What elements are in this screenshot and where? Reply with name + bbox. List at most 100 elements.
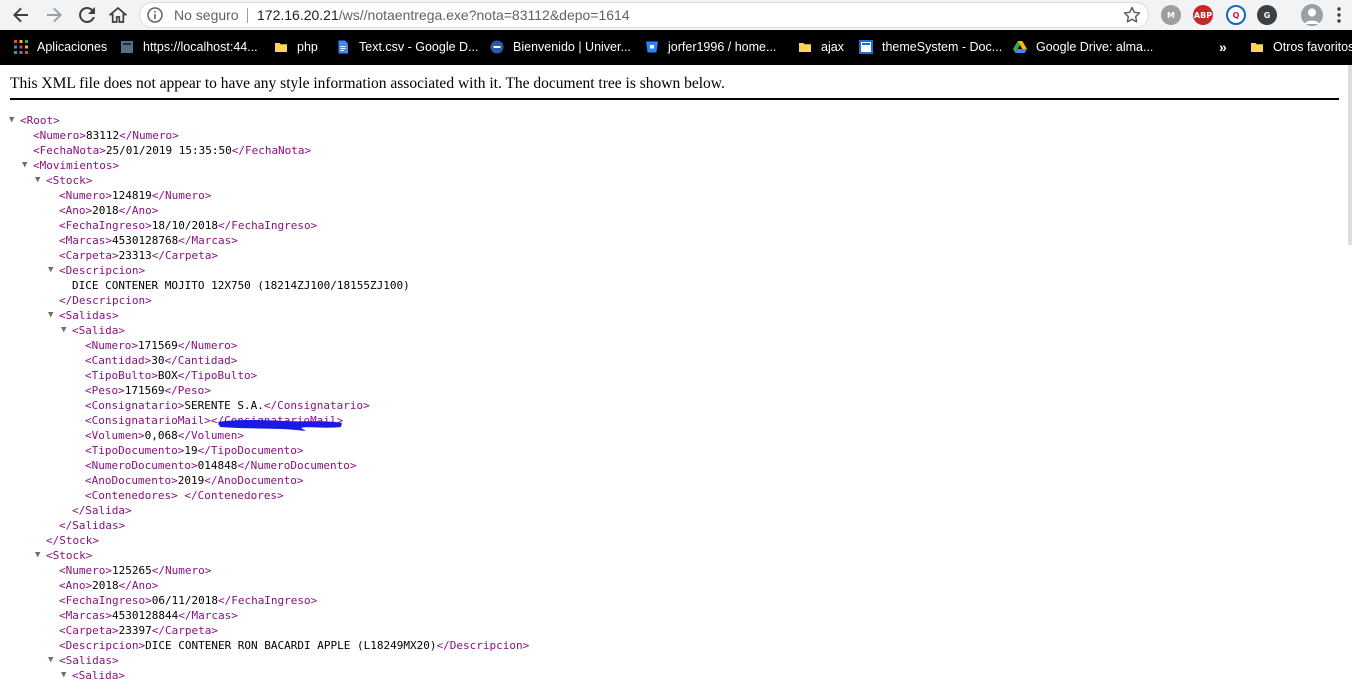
xml-line: <NumeroDocumento>014848</NumeroDocumento… — [85, 458, 357, 473]
collapse-toggle-icon[interactable]: ▼ — [48, 263, 53, 278]
bookmark-themesystem[interactable]: themeSystem - Doc... — [859, 38, 1002, 56]
address-bar[interactable]: No seguro 172.16.20.21/ws//notaentrega.e… — [139, 2, 1149, 28]
xml-text-value: 18/10/2018 — [151, 219, 218, 232]
extension-m-icon[interactable]: M — [1161, 5, 1181, 25]
collapse-toggle-icon[interactable]: ▼ — [48, 308, 53, 323]
xml-line: ▼ <Salidas> — [48, 308, 119, 323]
xml-text-value: 171569 — [137, 339, 178, 352]
reload-button[interactable] — [75, 3, 99, 27]
xml-open-tag: <Marcas> — [59, 234, 112, 247]
xml-open-tag: <Ano> — [59, 204, 93, 217]
xml-close-tag: </TipoDocumento> — [197, 444, 304, 457]
xml-open-tag: <Salida> — [72, 324, 125, 337]
bookmark-otros-favoritos[interactable]: Otros favoritos — [1250, 38, 1352, 56]
xml-open-tag: <TipoDocumento> — [85, 444, 185, 457]
extension-github-icon[interactable]: G — [1257, 5, 1277, 25]
collapse-toggle-icon[interactable]: ▼ — [61, 668, 66, 683]
xml-open-tag: <Ano> — [59, 579, 93, 592]
xml-line: DICE CONTENER MOJITO 12X750 (18214ZJ100/… — [72, 278, 410, 293]
xml-open-tag: <Numero> — [59, 564, 112, 577]
xml-open-tag: <Salida> — [72, 669, 125, 682]
bookmark-localhost[interactable]: https://localhost:44... — [120, 38, 258, 56]
security-label: No seguro — [174, 7, 239, 23]
xml-open-tag: <Consignatario> — [85, 399, 185, 412]
forward-button[interactable] — [42, 3, 66, 27]
xml-text-value: BOX — [157, 369, 178, 382]
xml-text-value: 25/01/2019 15:35:50 — [105, 144, 232, 157]
xml-line: ▼ <Salida> — [61, 323, 125, 338]
xml-close-tag: </Numero> — [177, 339, 238, 352]
bookmarks-overflow-button[interactable]: » — [1219, 38, 1227, 56]
xml-open-tag: <FechaIngreso> — [59, 219, 152, 232]
menu-button[interactable] — [1334, 6, 1344, 24]
collapse-toggle-icon[interactable]: ▼ — [9, 113, 14, 128]
xml-close-tag: </Carpeta> — [151, 249, 218, 262]
google-docs-icon — [338, 40, 348, 54]
xml-open-tag: <Descripcion> — [59, 639, 146, 652]
xml-line: <Carpeta>23313</Carpeta> — [59, 248, 218, 263]
omnibox-divider — [247, 8, 248, 23]
bookmark-bienvenido[interactable]: Bienvenido | Univer... — [490, 38, 631, 56]
xml-close-tag: </Numero> — [151, 564, 212, 577]
xml-open-tag: <Movimientos> — [33, 159, 120, 172]
xml-text-value: 30 — [151, 354, 165, 367]
xml-text-value: 23313 — [118, 249, 152, 262]
bitbucket-icon — [646, 41, 658, 53]
collapse-toggle-icon[interactable]: ▼ — [35, 548, 40, 563]
xml-open-tag: </Stock> — [46, 534, 99, 547]
xml-open-tag: <ConsignatarioMail> — [85, 414, 211, 427]
xml-close-tag: </FechaIngreso> — [217, 594, 318, 607]
url-path: /ws//notaentrega.exe?nota=83112&depo=161… — [338, 7, 630, 23]
xml-line: <Numero>83112</Numero> — [33, 128, 179, 143]
xml-line: <Marcas>4530128844</Marcas> — [59, 608, 238, 623]
xml-style-notice: This XML file does not appear to have an… — [10, 75, 725, 92]
url-text[interactable]: 172.16.20.21/ws//notaentrega.exe?nota=83… — [257, 7, 630, 23]
collapse-toggle-icon[interactable]: ▼ — [61, 323, 66, 338]
bookmark-ajax[interactable]: ajax — [798, 38, 844, 56]
folder-icon — [799, 43, 811, 52]
bookmark-php[interactable]: php — [274, 38, 318, 56]
page-icon — [121, 41, 133, 53]
bookmark-jorfer1996[interactable]: jorfer1996 / home... — [645, 38, 776, 56]
xml-line: </Salidas> — [59, 518, 125, 533]
xml-open-tag: <Root> — [20, 114, 60, 127]
xml-text-value: 2018 — [92, 579, 119, 592]
xml-close-tag: </Ano> — [118, 579, 159, 592]
page-scrollbar[interactable] — [1348, 65, 1352, 245]
info-icon[interactable] — [147, 7, 163, 23]
xml-text-value: 4530128844 — [111, 609, 179, 622]
profile-avatar[interactable] — [1301, 4, 1323, 26]
collapse-toggle-icon[interactable]: ▼ — [48, 653, 53, 668]
folder-icon — [275, 43, 287, 52]
xml-line: <Ano>2018</Ano> — [59, 578, 158, 593]
bookmark-star-icon[interactable] — [1122, 5, 1142, 25]
arrow-right-icon — [47, 7, 62, 23]
xml-text-value: 014848 — [197, 459, 238, 472]
bookmark-google-drive[interactable]: Google Drive: alma... — [1013, 38, 1153, 56]
xml-text-value: DICE CONTENER RON BACARDI APPLE (L18249M… — [145, 639, 437, 652]
bookmark-aplicaciones[interactable]: Aplicaciones — [14, 38, 107, 56]
folder-icon — [1251, 43, 1263, 52]
xml-close-tag: </Peso> — [164, 384, 211, 397]
xml-open-tag: <AnoDocumento> — [85, 474, 178, 487]
bookmark-text-csv[interactable]: Text.csv - Google D... — [336, 38, 478, 56]
collapse-toggle-icon[interactable]: ▼ — [22, 158, 27, 173]
extension-q-icon[interactable]: Q — [1226, 5, 1246, 25]
xml-close-tag: </Descripcion> — [436, 639, 530, 652]
xml-text-value: 171569 — [124, 384, 165, 397]
xml-open-tag: <Cantidad> — [85, 354, 152, 367]
collapse-toggle-icon[interactable]: ▼ — [35, 173, 40, 188]
xml-text-value: 124819 — [111, 189, 152, 202]
xml-text-value: 2019 — [177, 474, 205, 487]
home-button[interactable] — [106, 3, 130, 27]
adblock-plus-icon[interactable]: ABP — [1193, 5, 1213, 25]
xml-open-tag: <Carpeta> — [59, 624, 119, 637]
xml-line: <Marcas>4530128768</Marcas> — [59, 233, 238, 248]
xml-line: <Consignatario>SERENTE S.A.</Consignatar… — [85, 398, 370, 413]
xml-open-tag: <Contenedores> — [85, 489, 178, 502]
person-icon — [1304, 8, 1320, 24]
xml-open-tag: <Salidas> — [59, 654, 119, 667]
back-button[interactable] — [9, 3, 33, 27]
xml-open-tag: </Descripcion> — [59, 294, 152, 307]
xml-open-tag: <Descripcion> — [59, 264, 146, 277]
